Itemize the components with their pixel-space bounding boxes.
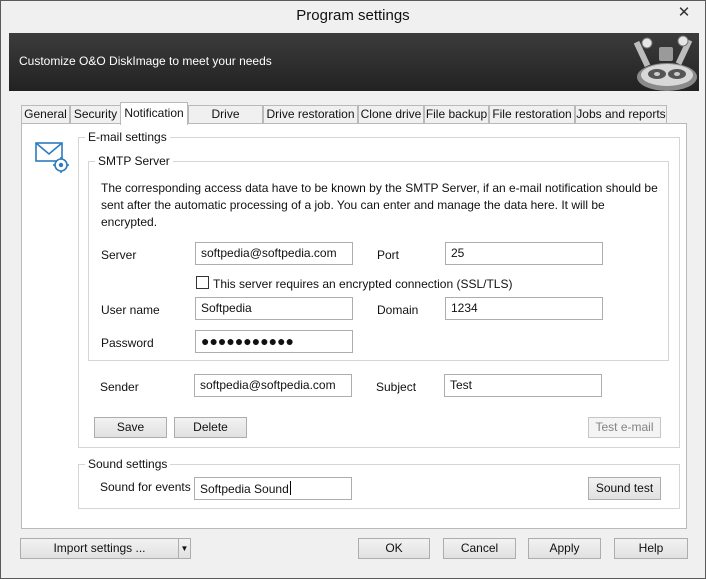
sound-settings-legend: Sound settings [85, 457, 171, 471]
smtp-server-group: SMTP Server The corresponding access dat… [88, 154, 669, 361]
disk-robot-icon [633, 35, 697, 91]
sound-events-label: Sound for events [100, 480, 191, 494]
email-settings-legend: E-mail settings [85, 130, 170, 144]
text-caret [289, 481, 291, 495]
test-email-button[interactable]: Test e-mail [588, 417, 661, 438]
sound-test-button[interactable]: Sound test [588, 477, 661, 500]
ssl-checkbox[interactable] [196, 276, 209, 289]
ok-button[interactable]: OK [358, 538, 430, 559]
username-input[interactable]: Softpedia [195, 297, 353, 320]
close-button[interactable]: ✕ [669, 4, 699, 24]
password-input[interactable]: ●●●●●●●●●●● [195, 330, 353, 353]
header-banner: Customize O&O DiskImage to meet your nee… [9, 33, 699, 91]
window-title: Program settings [296, 7, 410, 24]
subject-label: Subject [376, 380, 417, 394]
tab-drive-restoration[interactable]: Drive restoration [263, 105, 358, 124]
sound-events-input[interactable]: Softpedia Sound [194, 477, 352, 500]
tab-file-restoration[interactable]: File restoration [489, 105, 575, 124]
title-bar[interactable]: Program settings ✕ [1, 1, 705, 33]
tab-clone-drive[interactable]: Clone drive [358, 105, 424, 124]
domain-label: Domain [377, 303, 419, 317]
cancel-button[interactable]: Cancel [443, 538, 516, 559]
mail-settings-icon [35, 142, 69, 173]
chevron-down-icon[interactable]: ▼ [178, 539, 190, 558]
tab-file-backup[interactable]: File backup [424, 105, 489, 124]
ssl-label: This server requires an encrypted connec… [213, 277, 513, 291]
help-button[interactable]: Help [614, 538, 688, 559]
sound-events-value: Softpedia Sound [200, 482, 289, 496]
domain-input[interactable]: 1234 [445, 297, 603, 320]
tab-jobs-and-reports[interactable]: Jobs and reports [575, 105, 667, 124]
save-button[interactable]: Save [94, 417, 167, 438]
smtp-description: The corresponding access data have to be… [101, 181, 658, 229]
tab-notification[interactable]: Notification [120, 102, 188, 125]
sender-label: Sender [100, 380, 139, 394]
apply-button[interactable]: Apply [528, 538, 601, 559]
server-input[interactable]: softpedia@softpedia.com [195, 242, 353, 265]
server-label: Server [101, 248, 137, 262]
tab-drive-imaging[interactable]: Drive Imaging [188, 105, 263, 138]
settings-tabs: General Security Notification Drive Imag… [21, 102, 691, 138]
program-settings-window: Program settings ✕ Customize O&O DiskIma… [0, 0, 706, 579]
delete-button[interactable]: Delete [174, 417, 247, 438]
import-settings-label: Import settings ... [53, 541, 146, 555]
import-settings-button[interactable]: Import settings ... ▼ [20, 538, 191, 559]
tab-security[interactable]: Security [70, 105, 121, 124]
username-label: User name [101, 303, 160, 317]
password-label: Password [101, 336, 154, 350]
sender-input[interactable]: softpedia@softpedia.com [194, 374, 352, 397]
email-settings-group: E-mail settings SMTP Server The correspo… [78, 130, 680, 448]
banner-text: Customize O&O DiskImage to meet your nee… [19, 54, 272, 68]
sound-settings-group: Sound settings Sound for events Softpedi… [78, 457, 680, 509]
port-input[interactable]: 25 [445, 242, 603, 265]
subject-input[interactable]: Test [444, 374, 602, 397]
port-label: Port [377, 248, 400, 262]
smtp-server-legend: SMTP Server [95, 154, 173, 168]
tab-general[interactable]: General [21, 105, 70, 124]
notification-panel: E-mail settings SMTP Server The correspo… [21, 123, 687, 529]
